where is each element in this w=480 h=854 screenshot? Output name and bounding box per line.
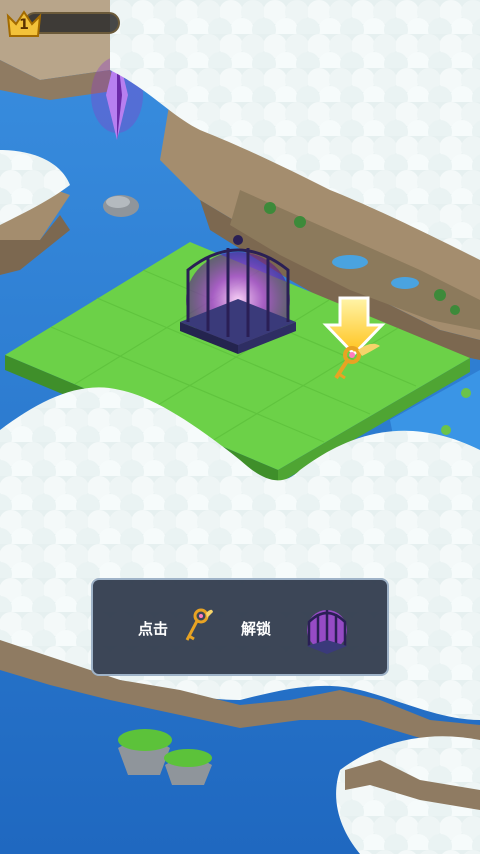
winged-key-icon [185, 608, 213, 641]
level-hud: 1 [4, 8, 120, 38]
magic-cage-icon [307, 610, 347, 654]
tip-click-label: 点击 [138, 620, 169, 638]
game-scene [0, 0, 480, 854]
level-number: 1 [19, 17, 29, 33]
tip-unlock-label: 解锁 [241, 620, 272, 638]
tutorial-tip: 点击 解锁 [91, 578, 389, 676]
